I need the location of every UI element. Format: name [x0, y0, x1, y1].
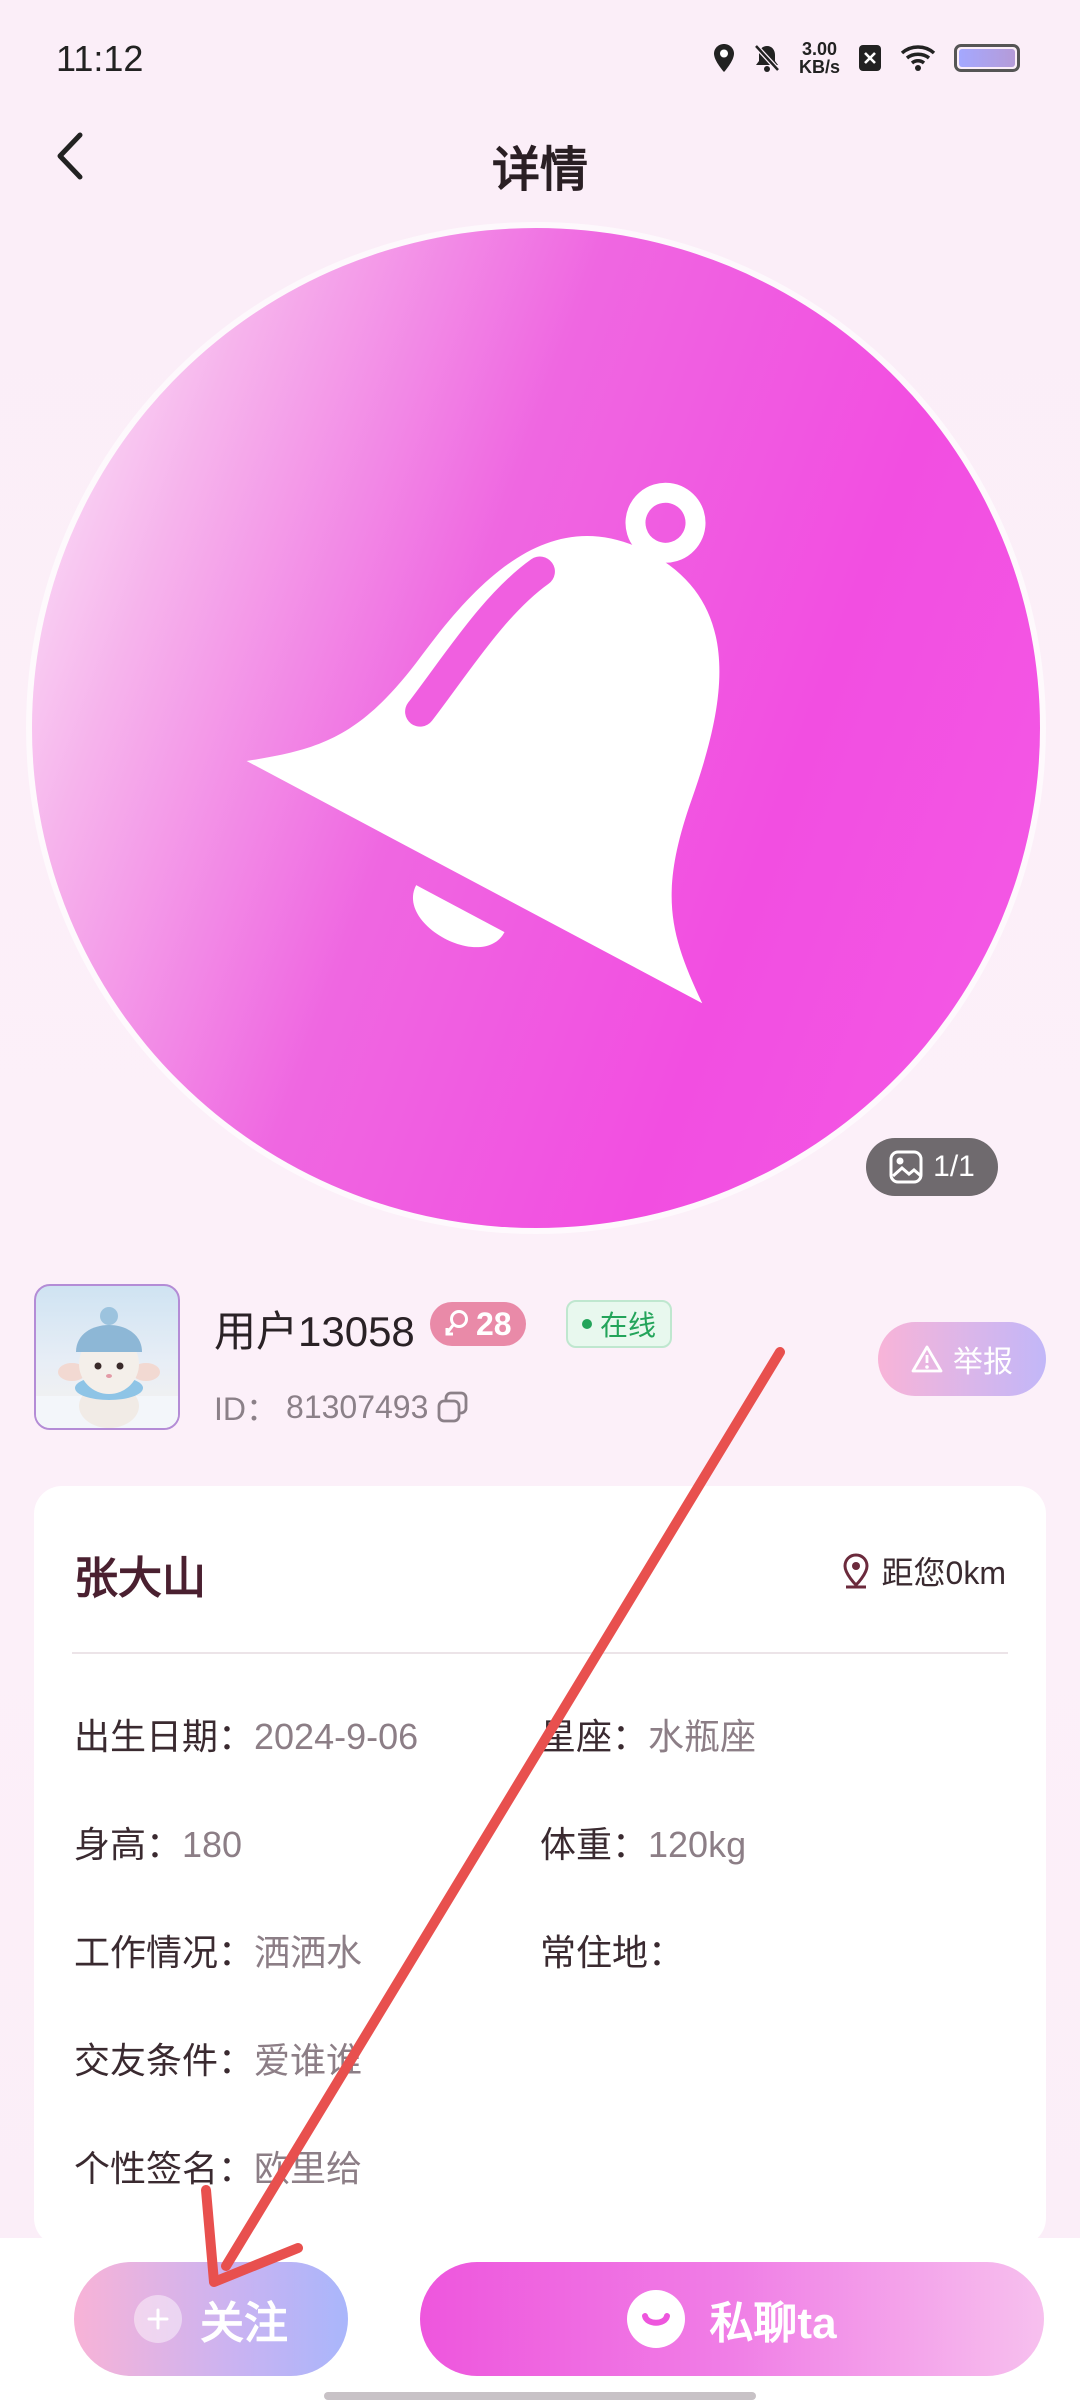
private-chat-label: 私聊ta	[709, 2299, 837, 2348]
display-name: 张大山	[74, 1554, 206, 1603]
height-value: 180	[182, 1824, 243, 1865]
birthday-value: 2024-9-06	[254, 1716, 419, 1757]
zodiac-field: 星座：水瓶座	[540, 1708, 756, 1760]
work-label: 工作情况：	[74, 1932, 255, 1973]
user-id-label: ID：	[214, 1391, 279, 1427]
home-indicator[interactable]	[324, 2392, 756, 2400]
battery-level	[959, 49, 1015, 67]
battery-icon	[954, 44, 1020, 72]
follow-button[interactable]: 关注	[74, 2262, 348, 2376]
report-label: 举报	[953, 1346, 1013, 1379]
bottom-action-bar: 关注 私聊ta	[0, 2238, 1080, 2408]
signature-field: 个性签名：欧里给	[74, 2140, 362, 2192]
profile-summary: 用户13058 28 在线 ID： 81307493 举报	[34, 1284, 1046, 1434]
plus-icon	[134, 2295, 182, 2343]
online-status-badge: 在线	[566, 1300, 673, 1348]
info-card: 张大山 距您0km 出生日期：2024-9-06 星座：水瓶座 身高：180 体…	[34, 1486, 1046, 2246]
birthday-label: 出生日期：	[74, 1716, 255, 1757]
image-icon	[889, 1150, 923, 1184]
header: 详情	[0, 120, 1080, 200]
follow-label: 关注	[200, 2299, 288, 2348]
bunny-avatar-image	[36, 1307, 178, 1428]
location-pin-icon	[843, 1553, 869, 1589]
residence-field: 常住地：	[540, 1924, 684, 1976]
network-speed: 3.00 KB/s	[799, 40, 840, 76]
distance: 距您0km	[842, 1548, 1006, 1594]
warning-icon	[911, 1345, 943, 1373]
network-speed-unit: KB/s	[798, 57, 840, 77]
wifi-icon	[900, 45, 936, 71]
photo-circle	[32, 228, 1040, 1228]
profile-detail-page: 11:12 3.00 KB/s 详情 1/1 用户13058 28 在线 ID：…	[0, 0, 1080, 2408]
sim-off-icon	[859, 45, 881, 71]
height-label: 身高：	[74, 1824, 183, 1865]
status-bar: 11:12 3.00 KB/s	[0, 0, 1080, 120]
online-dot	[582, 1319, 592, 1329]
birthday-field: 出生日期：2024-9-06	[74, 1708, 418, 1760]
user-id-value: 81307493	[286, 1388, 429, 1425]
weight-field: 体重：120kg	[540, 1816, 746, 1868]
weight-label: 体重：	[540, 1824, 649, 1865]
copy-icon[interactable]	[436, 1390, 470, 1424]
dating-conditions-field: 交友条件：爱谁谁	[74, 2032, 362, 2084]
zodiac-value: 水瓶座	[648, 1716, 757, 1757]
work-field: 工作情况：洒洒水	[74, 1924, 362, 1976]
online-status-label: 在线	[600, 1310, 657, 1341]
zodiac-label: 星座：	[540, 1716, 649, 1757]
status-time: 11:12	[56, 38, 144, 79]
username: 用户13058	[214, 1308, 415, 1355]
chat-smile-icon	[627, 2290, 686, 2348]
profile-photo[interactable]: 1/1	[32, 228, 1040, 1228]
network-speed-value: 3.00	[801, 39, 838, 59]
divider	[72, 1652, 1008, 1654]
female-icon	[445, 1310, 468, 1336]
age-value: 28	[476, 1305, 512, 1342]
location-icon	[713, 44, 734, 72]
avatar[interactable]	[34, 1284, 180, 1430]
gender-age-badge: 28	[430, 1302, 526, 1346]
dating-conditions-value: 爱谁谁	[254, 2040, 363, 2081]
work-value: 洒洒水	[254, 1932, 363, 1973]
signature-label: 个性签名：	[74, 2148, 255, 2189]
dating-conditions-label: 交友条件：	[74, 2040, 255, 2081]
report-button[interactable]: 举报	[878, 1322, 1046, 1396]
signature-value: 欧里给	[254, 2148, 363, 2189]
bell-icon	[246, 482, 720, 1004]
mute-bell-icon	[754, 44, 780, 72]
photo-counter-text: 1/1	[933, 1150, 975, 1183]
weight-value: 120kg	[648, 1824, 747, 1865]
photo-counter[interactable]: 1/1	[866, 1138, 998, 1196]
private-chat-button[interactable]: 私聊ta	[420, 2262, 1044, 2376]
page-title: 详情	[491, 144, 588, 197]
status-icons: 3.00 KB/s	[713, 40, 1020, 76]
residence-label: 常住地：	[540, 1932, 685, 1973]
distance-text: 距您0km	[881, 1555, 1006, 1591]
height-field: 身高：180	[74, 1816, 242, 1868]
user-id: ID： 81307493	[214, 1384, 470, 1430]
